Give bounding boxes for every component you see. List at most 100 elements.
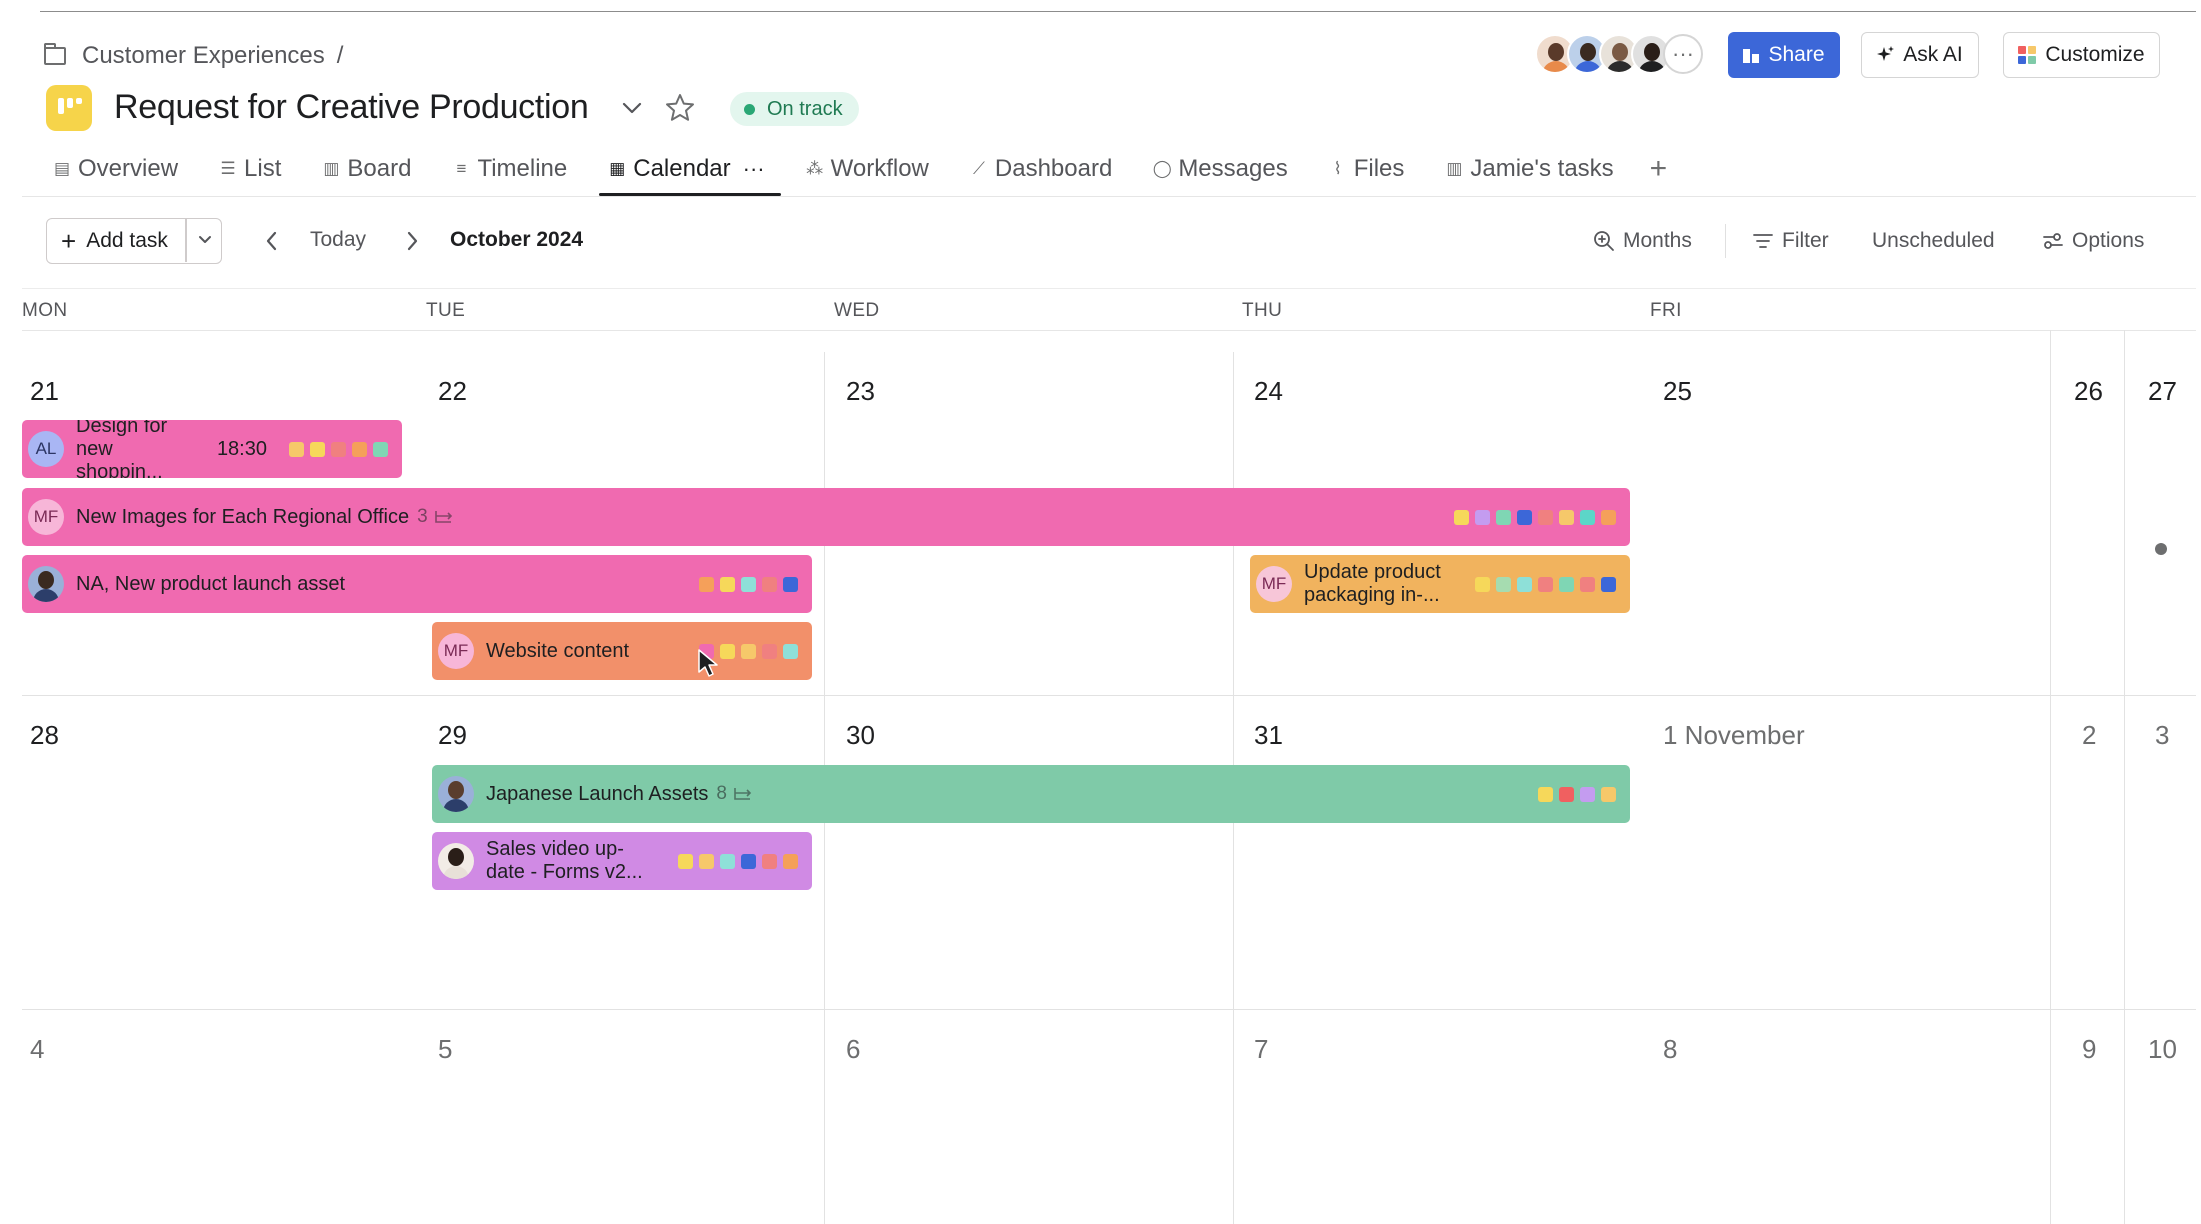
day-cell-number[interactable]: 9: [2082, 1034, 2096, 1065]
add-task-button[interactable]: + Add task: [46, 218, 222, 264]
months-zoom-button[interactable]: Months: [1593, 226, 1692, 256]
filter-button[interactable]: Filter: [1752, 226, 1829, 256]
member-avatars[interactable]: ···: [1535, 34, 1703, 76]
app-window: Customer Experiences / Request for Creat…: [0, 0, 2201, 1224]
day-cell-number[interactable]: 30: [846, 720, 875, 751]
page-title[interactable]: Request for Creative Production: [114, 88, 589, 127]
workflow-icon: ⁂: [806, 159, 824, 178]
task-title: New Images for Each Regional Office: [76, 505, 410, 528]
day-cell-number[interactable]: 28: [30, 720, 59, 751]
customize-button[interactable]: Customize: [2003, 32, 2160, 78]
day-cell-number[interactable]: 21: [30, 376, 59, 407]
day-cell-number[interactable]: 25: [1663, 376, 1692, 407]
avatar[interactable]: [438, 843, 474, 879]
day-cell-number[interactable]: 1 November: [1663, 720, 1805, 751]
more-members-button[interactable]: ···: [1663, 34, 1703, 74]
share-button[interactable]: Share: [1728, 32, 1840, 78]
zoom-icon: [1594, 231, 1614, 251]
tag-swatch: [1454, 509, 1469, 525]
tab-list[interactable]: ☰ List: [218, 148, 281, 190]
task-tags: [693, 576, 798, 592]
grid-line: [2124, 330, 2125, 1224]
tab-label: Dashboard: [994, 155, 1113, 182]
task-sales-video-update[interactable]: Sales video up-date - Forms v2...: [432, 832, 812, 890]
week-divider: [22, 695, 2196, 696]
day-cell-number[interactable]: 10: [2148, 1034, 2177, 1065]
task-website-content[interactable]: MF Website content: [432, 622, 812, 680]
tag-swatch: [741, 643, 756, 659]
tab-workflow[interactable]: ⁂ Workflow: [805, 148, 929, 190]
add-tab-button[interactable]: +: [1650, 152, 1668, 186]
avatar[interactable]: MF: [438, 633, 474, 669]
tab-dashboard[interactable]: ⟋ Dashboard: [969, 148, 1112, 190]
day-cell-number[interactable]: 3: [2155, 720, 2169, 751]
avatar[interactable]: AL: [28, 431, 64, 467]
unscheduled-button[interactable]: Unscheduled: [1872, 226, 1995, 256]
task-update-product-packaging[interactable]: MF Update product packaging in-...: [1250, 555, 1630, 613]
chevron-left-icon[interactable]: [262, 228, 282, 254]
status-badge[interactable]: On track: [730, 92, 859, 126]
day-cell-number[interactable]: 22: [438, 376, 467, 407]
toolbar-divider: [1725, 224, 1726, 258]
status-label: On track: [767, 97, 843, 120]
task-japanese-launch-assets[interactable]: Japanese Launch Assets 8: [432, 765, 1630, 823]
subtask-icon: [734, 788, 752, 800]
task-design-for-new-shopping[interactable]: AL Design for new shoppin... 18:30: [22, 420, 402, 478]
tab-label: List: [244, 155, 282, 182]
ask-ai-button[interactable]: Ask AI: [1861, 32, 1979, 78]
avatar[interactable]: [438, 776, 474, 812]
task-new-images-regional-office[interactable]: MF New Images for Each Regional Office 3: [22, 488, 1630, 546]
tab-messages[interactable]: ◯ Messages: [1152, 148, 1288, 190]
tag-swatch: [762, 643, 777, 659]
clipboard-icon: ▤: [53, 159, 71, 178]
avatar[interactable]: MF: [1256, 566, 1292, 602]
tabs-divider: [22, 196, 2196, 197]
day-cell-number[interactable]: 23: [846, 376, 875, 407]
tag-swatch: [762, 576, 777, 592]
chevron-down-icon[interactable]: [620, 96, 644, 120]
tab-label: Board: [347, 155, 412, 182]
day-cell-number[interactable]: 24: [1254, 376, 1283, 407]
day-cell-number[interactable]: 26: [2074, 376, 2103, 407]
tag-swatch: [352, 441, 367, 457]
day-cell-number[interactable]: 27: [2148, 376, 2177, 407]
tab-timeline[interactable]: ≡ Timeline: [451, 148, 567, 190]
tab-files[interactable]: ⌇ Files: [1328, 148, 1405, 190]
chevron-right-icon[interactable]: [402, 228, 422, 254]
day-cell-number[interactable]: 4: [30, 1034, 44, 1065]
day-cell-number[interactable]: 31: [1254, 720, 1283, 751]
tab-options-button[interactable]: ···: [743, 156, 765, 182]
day-cell-number[interactable]: 5: [438, 1034, 452, 1065]
tag-swatch: [720, 643, 735, 659]
tab-board[interactable]: ▥ Board: [321, 148, 411, 190]
weekday-mon: MON: [22, 300, 68, 321]
project-icon[interactable]: [46, 85, 92, 131]
avatar[interactable]: [28, 566, 64, 602]
tag-swatch: [1496, 509, 1511, 525]
avatar[interactable]: MF: [28, 499, 64, 535]
task-tags: [1469, 576, 1616, 592]
status-dot-icon: [744, 103, 755, 115]
day-cell-number[interactable]: 6: [846, 1034, 860, 1065]
scroll-indicator[interactable]: [2155, 543, 2167, 555]
day-cell-number[interactable]: 2: [2082, 720, 2096, 751]
day-cell-number[interactable]: 7: [1254, 1034, 1268, 1065]
dashboard-icon: ⟋: [972, 159, 985, 178]
options-button[interactable]: Options: [2042, 226, 2144, 256]
task-new-product-launch-asset[interactable]: NA, New product launch asset: [22, 555, 812, 613]
chevron-down-icon[interactable]: [195, 229, 215, 249]
tab-jamies-tasks[interactable]: ▥ Jamie's tasks: [1444, 148, 1613, 190]
tag-swatch: [1475, 509, 1490, 525]
today-button[interactable]: Today: [310, 228, 366, 252]
star-icon[interactable]: [664, 92, 696, 124]
tag-swatch: [720, 853, 735, 869]
tab-overview[interactable]: ▤ Overview: [52, 148, 178, 190]
breadcrumb-parent[interactable]: Customer Experiences: [82, 42, 325, 70]
breadcrumb[interactable]: Customer Experiences /: [44, 40, 343, 72]
day-cell-number[interactable]: 8: [1663, 1034, 1677, 1065]
customize-label: Customize: [2045, 43, 2145, 66]
day-cell-number[interactable]: 29: [438, 720, 467, 751]
tab-calendar[interactable]: ▦ Calendar ···: [599, 148, 782, 196]
list-icon: ☰: [220, 159, 236, 178]
task-tags: [1532, 786, 1616, 802]
